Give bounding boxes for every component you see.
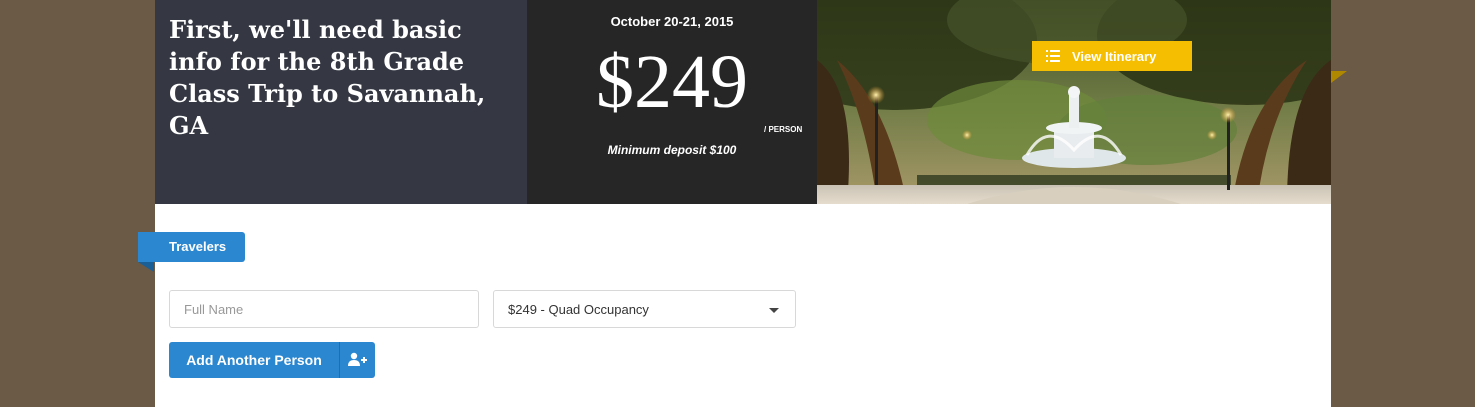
minimum-deposit: Minimum deposit $100 [607,143,737,157]
add-another-person-button[interactable]: Add Another Person [169,342,375,378]
price-panel: October 20-21, 2015 $249 / PERSON Minimu… [527,0,817,204]
list-icon [1046,50,1060,62]
per-person-label: / PERSON [764,125,803,134]
title-panel: First, we'll need basic info for the 8th… [155,0,527,204]
add-another-person-label: Add Another Person [186,352,322,368]
chevron-down-icon [769,308,779,313]
travelers-section-tag: Travelers [138,232,245,262]
savannah-fountain-photo [817,0,1331,204]
trip-date: October 20-21, 2015 [610,14,734,29]
trip-price: $249 [596,40,748,124]
itinerary-ribbon-fold [1331,71,1347,83]
page-title: First, we'll need basic info for the 8th… [169,15,486,140]
occupancy-selected-value: $249 - Quad Occupancy [508,302,649,317]
view-itinerary-button[interactable]: View Itinerary [1032,41,1192,71]
trip-hero: First, we'll need basic info for the 8th… [155,0,1331,204]
add-user-icon [347,352,367,368]
full-name-input[interactable] [169,290,479,328]
occupancy-select[interactable]: $249 - Quad Occupancy [493,290,796,328]
button-divider [339,342,340,378]
view-itinerary-label: View Itinerary [1072,48,1157,64]
travelers-ribbon-fold [138,262,154,272]
